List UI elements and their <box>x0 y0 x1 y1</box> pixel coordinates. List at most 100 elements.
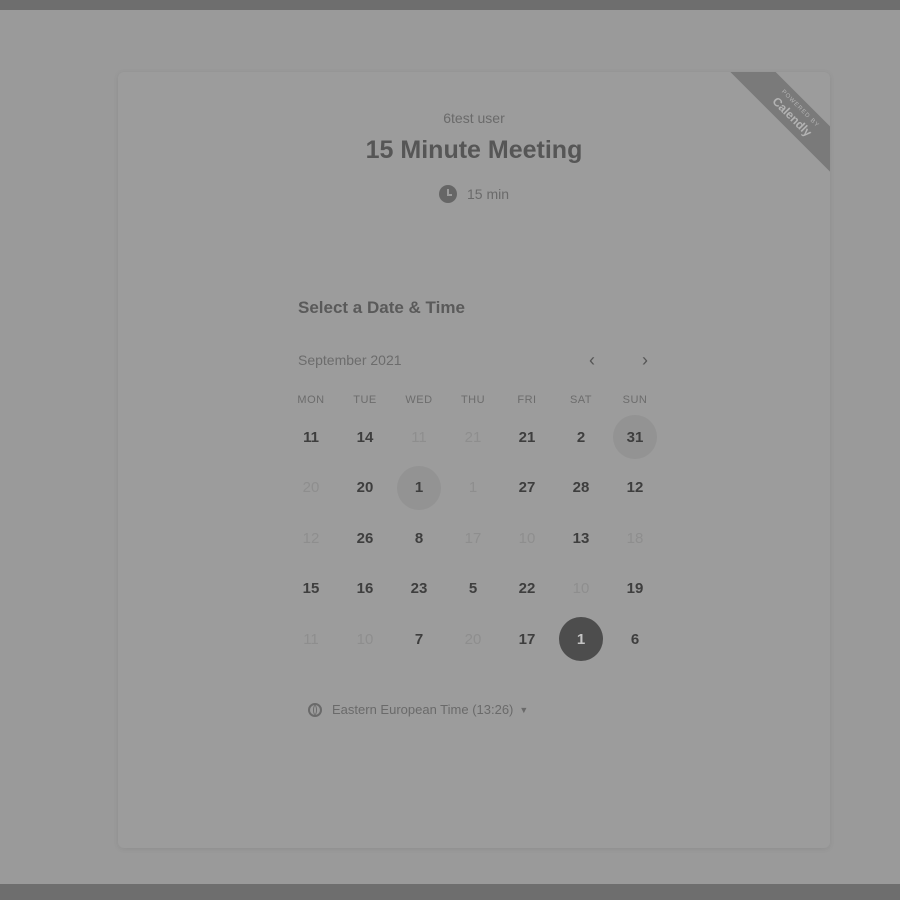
weekday-label: TUE <box>353 394 377 406</box>
date-cell[interactable]: 13 <box>554 513 608 564</box>
select-date-heading: Select a Date & Time <box>298 298 465 317</box>
date-number: 23 <box>410 580 428 598</box>
date-cell[interactable]: 5 <box>446 564 500 615</box>
date-cell: 18 <box>608 513 662 564</box>
date-cell[interactable]: 20 <box>338 463 392 514</box>
date-cell[interactable]: 28 <box>554 463 608 514</box>
date-number: 8 <box>414 529 424 547</box>
weekday-label: THU <box>460 394 486 406</box>
date-number: 17 <box>464 529 482 547</box>
month-label: September 2021 <box>298 352 402 368</box>
date-cell[interactable]: 7 <box>392 614 446 665</box>
calendar-grid: MON TUE WED THU FRI SAT SUN 11 14 11 21 21 2 31 20 20 1… <box>284 394 662 665</box>
calendar-week-row: 12 26 8 17 10 13 18 <box>284 513 662 564</box>
date-cell[interactable]: 1 <box>392 463 446 514</box>
date-number: 14 <box>356 428 374 446</box>
chevron-right-icon[interactable]: › <box>633 348 657 372</box>
date-cell[interactable]: 19 <box>608 564 662 615</box>
caret-down-icon: ▼ <box>519 704 529 715</box>
date-number: 11 <box>303 630 319 648</box>
date-number: 16 <box>356 580 374 598</box>
weekday-label: SUN <box>622 394 648 406</box>
date-number: 6 <box>630 630 640 648</box>
date-cell: 20 <box>284 463 338 514</box>
date-number: 20 <box>356 479 374 497</box>
date-cell[interactable]: 23 <box>392 564 446 615</box>
date-cell[interactable]: 15 <box>284 564 338 615</box>
date-number: 10 <box>572 580 590 598</box>
date-number: 1 <box>397 465 441 510</box>
date-number: 11 <box>411 428 427 446</box>
date-cell: 21 <box>446 412 500 463</box>
date-number: 22 <box>518 580 536 598</box>
date-number: 26 <box>356 529 374 547</box>
date-number: 27 <box>518 479 536 497</box>
weekday-label: MON <box>297 394 325 406</box>
date-cell[interactable]: 22 <box>500 564 554 615</box>
selected-date-button[interactable]: 1 <box>554 614 608 665</box>
date-number: 2 <box>576 428 586 446</box>
date-number: 15 <box>302 580 320 598</box>
date-number: 20 <box>464 630 482 648</box>
weekday-header-row: MON TUE WED THU FRI SAT SUN <box>284 394 662 406</box>
calendar-weeks: 11 14 11 21 21 2 31 20 20 1 1 27 28 12 12 26 8 17 10 13 18 15… <box>284 412 662 665</box>
date-number: 12 <box>626 479 644 497</box>
date-cell[interactable]: 11 <box>284 412 338 463</box>
date-cell[interactable]: 2 <box>554 412 608 463</box>
event-header: 6test user 15 Minute Meeting 15 min <box>118 110 830 208</box>
date-cell: 1 <box>446 463 500 514</box>
date-number: 31 <box>613 415 657 460</box>
date-number: 17 <box>518 630 536 648</box>
timezone-selector[interactable]: Eastern European Time (13:26) ▼ <box>308 702 528 717</box>
clock-icon <box>438 185 457 203</box>
date-cell: 10 <box>338 614 392 665</box>
calendar-week-row: 15 16 23 5 22 10 19 <box>284 564 662 615</box>
event-owner: 6test user <box>443 110 505 126</box>
globe-icon <box>308 702 322 717</box>
chevron-left-icon[interactable]: ‹ <box>580 348 604 372</box>
calendar-week-row: 11 14 11 21 21 2 31 <box>284 412 662 463</box>
date-cell: 17 <box>446 513 500 564</box>
date-cell[interactable]: 6 <box>608 614 662 665</box>
date-cell: 11 <box>284 614 338 665</box>
date-cell: 10 <box>554 564 608 615</box>
calendar-week-row: 20 20 1 1 27 28 12 <box>284 463 662 514</box>
date-cell[interactable]: 16 <box>338 564 392 615</box>
date-cell[interactable]: 26 <box>338 513 392 564</box>
date-number: 21 <box>518 428 536 446</box>
booking-card: POWERED BY Calendly 6test user 15 Minute… <box>118 72 830 848</box>
date-cell[interactable]: 12 <box>608 463 662 514</box>
weekday-label: SAT <box>569 394 593 406</box>
date-cell[interactable]: 31 <box>608 412 662 463</box>
event-duration: 15 min <box>438 185 510 203</box>
timezone-label: Eastern European Time (13:26) <box>332 702 514 717</box>
date-cell[interactable]: 17 <box>500 614 554 665</box>
date-number: 13 <box>572 529 590 547</box>
page-background: POWERED BY Calendly 6test user 15 Minute… <box>0 10 900 884</box>
date-cell[interactable]: 21 <box>500 412 554 463</box>
date-number: 28 <box>572 479 590 497</box>
date-cell: 10 <box>500 513 554 564</box>
date-number: 19 <box>626 580 644 598</box>
date-number: 11 <box>303 428 319 446</box>
date-number: 1 <box>468 479 478 497</box>
calendar-week-row: 11 10 7 20 17 1 6 <box>284 614 662 665</box>
date-number: 21 <box>464 428 482 446</box>
date-number: 10 <box>518 529 536 547</box>
date-number: 1 <box>559 617 603 662</box>
date-number: 20 <box>302 479 320 497</box>
date-number: 12 <box>302 529 320 547</box>
date-number: 7 <box>414 630 424 648</box>
weekday-label: WED <box>405 394 433 406</box>
weekday-label: FRI <box>517 394 537 406</box>
date-cell[interactable]: 8 <box>392 513 446 564</box>
event-title: 15 Minute Meeting <box>365 136 583 164</box>
date-cell[interactable]: 14 <box>338 412 392 463</box>
date-cell: 12 <box>284 513 338 564</box>
date-cell[interactable]: 27 <box>500 463 554 514</box>
date-cell: 20 <box>446 614 500 665</box>
duration-label: 15 min <box>466 186 510 202</box>
date-number: 18 <box>626 529 644 547</box>
date-cell: 11 <box>392 412 446 463</box>
date-number: 10 <box>356 630 374 648</box>
